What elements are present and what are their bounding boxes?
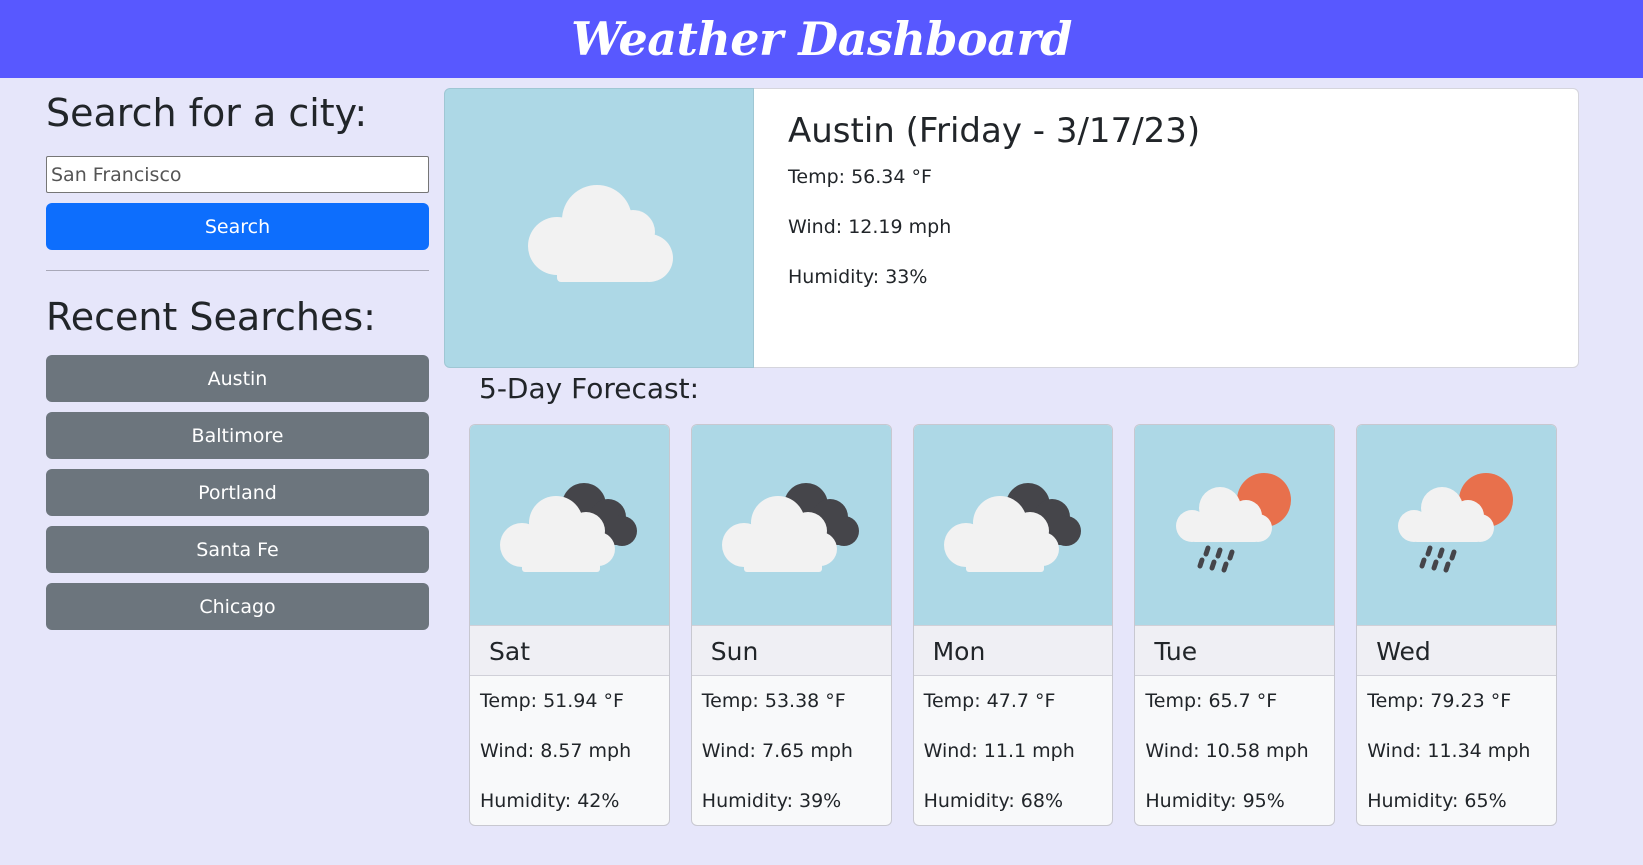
- current-wind: Wind: 12.19 mph: [788, 216, 952, 238]
- forecast-day: Tue: [1135, 625, 1335, 676]
- forecast-temp: Temp: 47.7 °F: [923, 690, 1056, 712]
- forecast-icon-panel: [913, 425, 1113, 625]
- recent-search-button[interactable]: Santa Fe: [46, 526, 429, 573]
- current-weather-details: Austin (Friday - 3/17/23) Temp: 56.34 °F…: [754, 88, 1579, 368]
- broken-clouds-icon: [500, 483, 638, 572]
- forecast-humidity: Humidity: 68%: [923, 790, 1064, 812]
- forecast-wind: Wind: 11.1 mph: [923, 740, 1075, 762]
- recent-search-button[interactable]: Chicago: [46, 583, 429, 630]
- current-humidity: Humidity: 33%: [788, 266, 928, 288]
- city-search-input[interactable]: [46, 156, 429, 193]
- current-city-date: Austin (Friday - 3/17/23): [788, 111, 1201, 151]
- recent-search-button[interactable]: Baltimore: [46, 412, 429, 459]
- forecast-wind: Wind: 7.65 mph: [701, 740, 853, 762]
- current-temp: Temp: 56.34 °F: [788, 166, 932, 188]
- forecast-wind: Wind: 8.57 mph: [480, 740, 632, 762]
- recent-searches-list: Austin Baltimore Portland Santa Fe Chica…: [46, 355, 429, 630]
- forecast-day: Mon: [913, 625, 1113, 676]
- forecast-body: Temp: 53.38 °F Wind: 7.65 mph Humidity: …: [692, 676, 891, 825]
- recent-search-button[interactable]: Portland: [46, 469, 429, 516]
- forecast-temp: Temp: 79.23 °F: [1367, 690, 1512, 712]
- current-weather-icon-panel: [444, 88, 754, 368]
- search-button[interactable]: Search: [46, 203, 429, 250]
- forecast-card: Tue Temp: 65.7 °F Wind: 10.58 mph Humidi…: [1134, 424, 1336, 826]
- search-heading: Search for a city:: [46, 91, 368, 135]
- forecast-icon-panel: [1357, 425, 1556, 625]
- broken-clouds-icon: [943, 483, 1081, 572]
- forecast-body: Temp: 47.7 °F Wind: 11.1 mph Humidity: 6…: [914, 676, 1113, 825]
- cloud-icon: [528, 185, 673, 282]
- forecast-icon-panel: [470, 425, 669, 625]
- forecast-icon-panel: [1135, 425, 1335, 625]
- rain-sun-icon: [1175, 473, 1291, 573]
- forecast-list: Sat Temp: 51.94 °F Wind: 8.57 mph Humidi…: [469, 424, 1557, 826]
- forecast-card: Mon Temp: 47.7 °F Wind: 11.1 mph Humidit…: [912, 424, 1114, 826]
- forecast-wind: Wind: 10.58 mph: [1145, 740, 1309, 762]
- sidebar: Search for a city: Search Recent Searche…: [46, 86, 429, 640]
- forecast-temp: Temp: 65.7 °F: [1145, 690, 1278, 712]
- app-header: Weather Dashboard: [0, 0, 1643, 78]
- forecast-body: Temp: 51.94 °F Wind: 8.57 mph Humidity: …: [470, 676, 669, 825]
- forecast-temp: Temp: 53.38 °F: [701, 690, 846, 712]
- forecast-humidity: Humidity: 42%: [480, 790, 620, 812]
- divider: [46, 270, 429, 271]
- forecast-card: Wed Temp: 79.23 °F Wind: 11.34 mph Humid…: [1356, 424, 1557, 826]
- forecast-humidity: Humidity: 95%: [1145, 790, 1285, 812]
- forecast-day: Wed: [1357, 625, 1556, 676]
- current-weather-card: Austin (Friday - 3/17/23) Temp: 56.34 °F…: [444, 88, 1579, 368]
- forecast-day: Sun: [691, 625, 891, 676]
- forecast-card: Sat Temp: 51.94 °F Wind: 8.57 mph Humidi…: [469, 424, 670, 826]
- forecast-humidity: Humidity: 39%: [701, 790, 842, 812]
- rain-sun-icon: [1397, 473, 1513, 573]
- app-title: Weather Dashboard: [571, 12, 1072, 66]
- forecast-icon-panel: [691, 425, 891, 625]
- forecast-body: Temp: 79.23 °F Wind: 11.34 mph Humidity:…: [1357, 676, 1556, 825]
- forecast-temp: Temp: 51.94 °F: [480, 690, 624, 712]
- forecast-body: Temp: 65.7 °F Wind: 10.58 mph Humidity: …: [1135, 676, 1334, 825]
- recent-search-button[interactable]: Austin: [46, 355, 429, 402]
- forecast-day: Sat: [470, 625, 669, 676]
- forecast-card: Sun Temp: 53.38 °F Wind: 7.65 mph Humidi…: [690, 424, 892, 826]
- forecast-heading: 5-Day Forecast:: [479, 372, 700, 405]
- forecast-wind: Wind: 11.34 mph: [1367, 740, 1531, 762]
- broken-clouds-icon: [722, 483, 860, 572]
- recent-searches-heading: Recent Searches:: [46, 295, 376, 339]
- forecast-humidity: Humidity: 65%: [1367, 790, 1507, 812]
